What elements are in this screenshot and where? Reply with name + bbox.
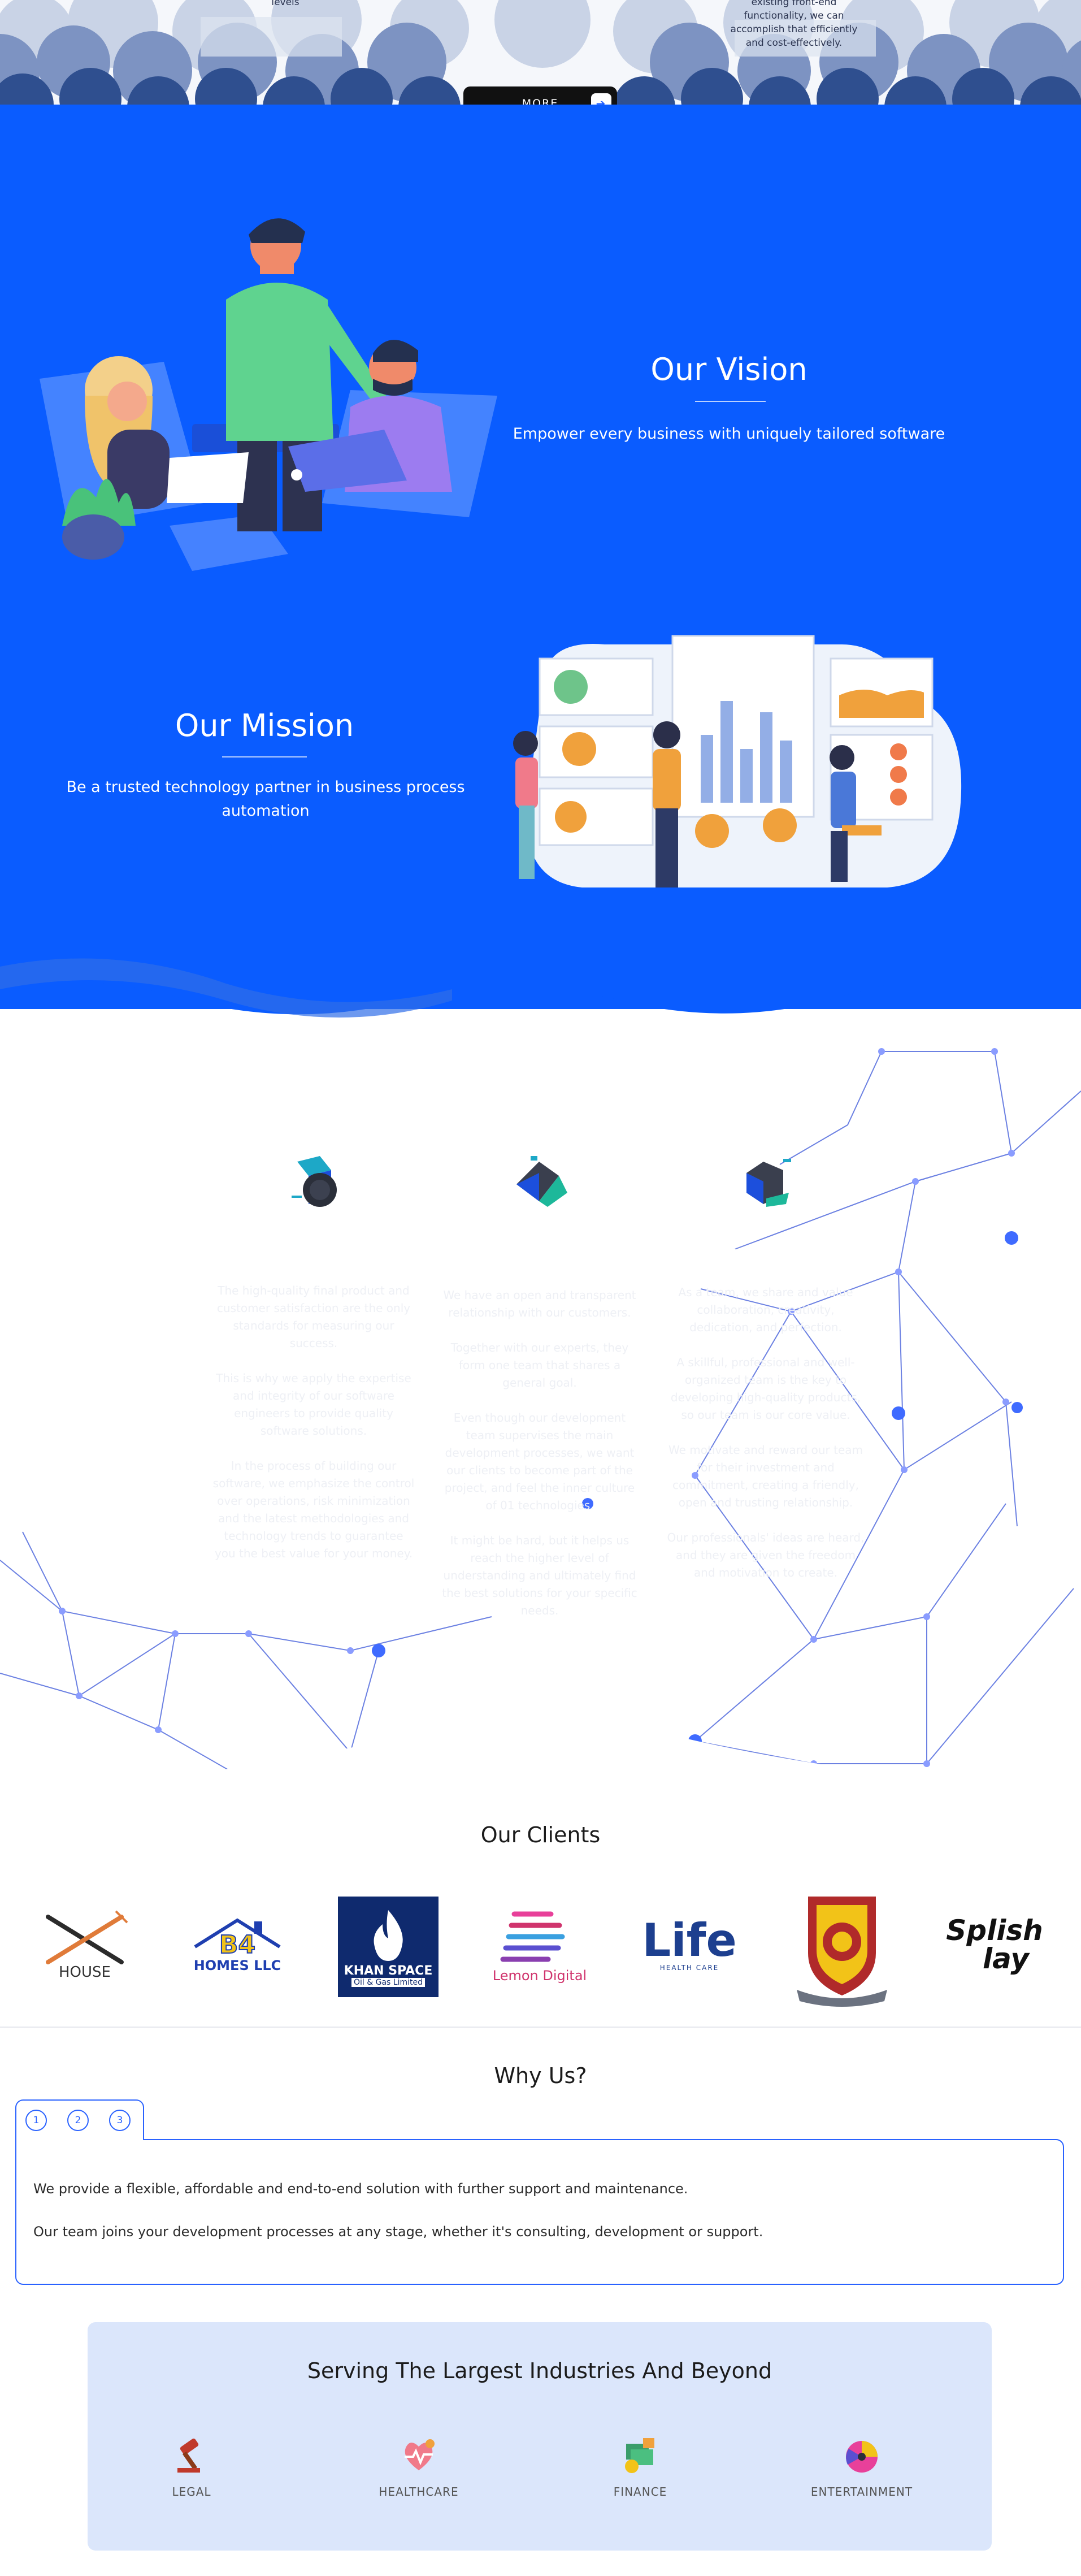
industry-healthcare[interactable]: HEALTHCARE: [357, 2435, 481, 2499]
client-logo-khan-space[interactable]: KHAN SPACE Oil & Gas Limited: [338, 1897, 439, 1997]
industry-label: HEALTHCARE: [379, 2485, 459, 2499]
industry-legal[interactable]: LEGAL: [129, 2435, 254, 2499]
industries-panel: Serving The Largest Industries And Beyon…: [88, 2322, 992, 2551]
fork-knife-icon: [46, 1910, 128, 1964]
value-efficiency: Efficiency As a team, we share and value…: [664, 1245, 867, 1599]
value-paragraph: A skillful, professional and well-organi…: [670, 1356, 861, 1422]
value-paragraph: As a team, we share and value collaborat…: [678, 1285, 853, 1334]
tab-3[interactable]: 3: [109, 2110, 131, 2131]
client-logo-text: Splish: [946, 1914, 1043, 1947]
cube-results-icon: [516, 1156, 567, 1207]
money-icon: [625, 2438, 654, 2473]
why-us-line-1: We provide a flexible, affordable and en…: [33, 2181, 688, 2197]
industry-label: ENTERTAINMENT: [810, 2485, 913, 2499]
analytics-dashboard-illustration: [513, 635, 962, 887]
value-title: Quality: [275, 1244, 352, 1268]
client-logo-text: Oil & Gas Limited: [351, 1977, 425, 1987]
industry-label: FINANCE: [613, 2485, 667, 2499]
mission-subtitle: Be a trusted technology partner in busin…: [66, 778, 465, 820]
mission-title: Our Mission: [175, 708, 354, 743]
entertainment-icon: [846, 2441, 878, 2473]
why-us-tabs: 1 2 3: [15, 2099, 144, 2140]
top-right-line: and cost-effectively.: [745, 37, 843, 49]
value-results: Results We have an open and transparent …: [438, 1248, 641, 1637]
top-right-line: functionality, we can: [744, 10, 844, 21]
value-paragraph: Even though our development team supervi…: [444, 1411, 635, 1512]
client-logo-b4-homes[interactable]: B4 HOMES LLC: [186, 1888, 288, 2001]
top-left-text: levels: [271, 0, 299, 8]
client-logo-lemon-digital[interactable]: Lemon Digital: [486, 1888, 593, 2001]
value-paragraph: In the process of building our software,…: [212, 1459, 415, 1560]
why-us-title: Why Us?: [494, 2063, 587, 2088]
industry-entertainment[interactable]: ENTERTAINMENT: [800, 2435, 924, 2499]
client-logo-house[interactable]: HOUSE: [34, 1888, 136, 2001]
value-paragraph: We motivate and reward our team for thei…: [668, 1443, 863, 1509]
value-paragraph: Our professionals' ideas are heard, and …: [667, 1531, 865, 1579]
heart-health-icon: [405, 2439, 435, 2470]
why-us-line-2: Our team joins your development processe…: [33, 2224, 763, 2240]
team-meeting-illustration: [40, 218, 497, 571]
value-quality: Quality The high-quality final product a…: [212, 1244, 415, 1580]
client-logo-splish-play[interactable]: Splish lay: [941, 1888, 1048, 2001]
mission-title-rule: [222, 756, 307, 757]
tab-2[interactable]: 2: [67, 2110, 89, 2131]
client-logo-text: Life: [642, 1914, 737, 1967]
client-logo-daudtech[interactable]: [791, 1885, 893, 2007]
value-paragraph: It might be hard, but it helps us reach …: [442, 1534, 637, 1617]
industry-finance[interactable]: FINANCE: [578, 2435, 702, 2499]
client-logo-text: HOMES LLC: [193, 1958, 281, 1973]
value-paragraph: This is why we apply the expertise and i…: [216, 1371, 411, 1438]
client-logo-text: B4: [219, 1930, 256, 1959]
vision-title: Our Vision: [650, 352, 808, 387]
flame-icon: [374, 1910, 403, 1961]
client-logo-text: KHAN SPACE: [344, 1963, 433, 1978]
value-paragraph: We have an open and transparent relation…: [443, 1288, 636, 1319]
bottom-curve: [0, 1702, 1081, 1792]
top-right-line: existing front-end: [751, 0, 837, 8]
why-us-tab-panel: We provide a flexible, affordable and en…: [15, 2139, 1064, 2285]
vision-title-rule: [695, 401, 766, 402]
industries-title: Serving The Largest Industries And Beyon…: [307, 2358, 772, 2383]
tab-1[interactable]: 1: [25, 2110, 47, 2131]
client-logo-text: HOUSE: [59, 1964, 111, 1981]
vision-subtitle: Empower every business with uniquely tai…: [513, 425, 945, 443]
values-title: Our Values: [482, 1056, 599, 1081]
cube-efficiency-icon: [746, 1159, 791, 1207]
lemon-digital-mark-icon: [500, 1911, 565, 1962]
section-divider: [0, 2027, 1081, 2028]
client-logo-text: HEALTH CARE: [659, 1964, 719, 1972]
top-right-text: existing front-end functionality, we can…: [706, 0, 882, 50]
top-right-line: accomplish that efficiently: [730, 24, 858, 35]
client-logo-life[interactable]: Life HEALTH CARE: [639, 1888, 740, 2001]
clients-title: Our Clients: [480, 1822, 601, 1847]
shield-crest-icon: [797, 1897, 887, 2007]
client-logo-text: lay: [983, 1942, 1029, 1975]
value-title: Efficiency: [714, 1245, 818, 1270]
gavel-icon: [177, 2438, 200, 2473]
industry-label: LEGAL: [172, 2485, 211, 2499]
value-paragraph: Together with our experts, they form one…: [450, 1341, 629, 1389]
value-paragraph: The high-quality final product and custo…: [216, 1284, 411, 1350]
client-logo-text: Lemon Digital: [492, 1968, 587, 1984]
value-title: Results: [501, 1248, 579, 1273]
cube-quality-icon: [292, 1156, 337, 1207]
